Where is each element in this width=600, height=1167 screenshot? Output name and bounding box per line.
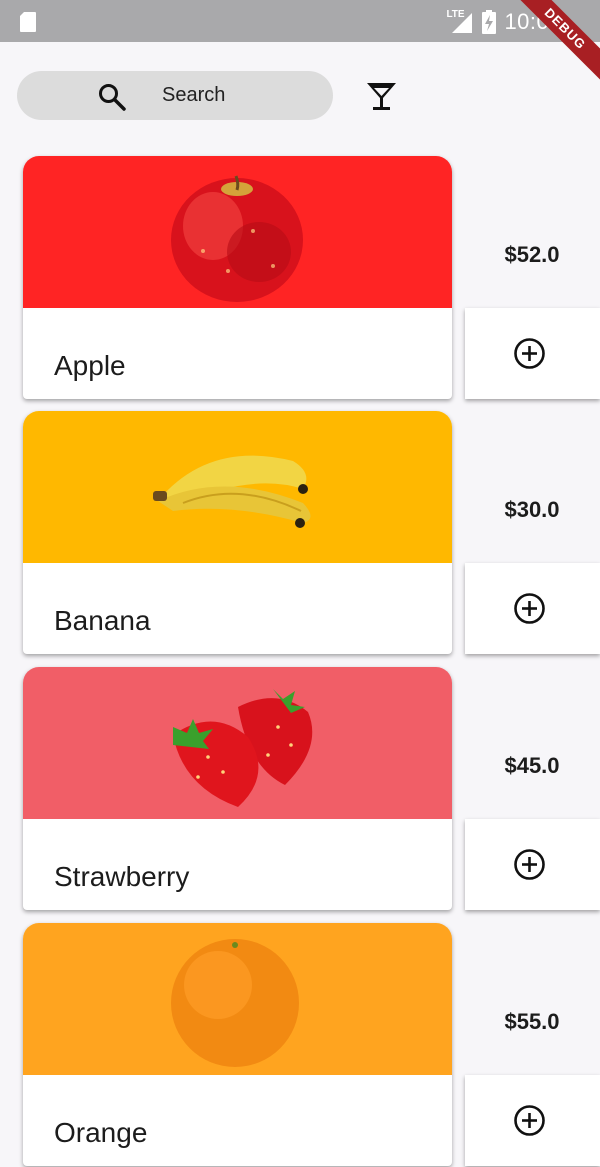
add-circle-outline-icon — [513, 592, 546, 625]
product-image-area — [23, 156, 452, 308]
add-circle-outline-icon — [513, 848, 546, 881]
cocktail-glass-icon[interactable] — [365, 80, 398, 113]
add-to-cart-button[interactable] — [465, 308, 600, 399]
product-row: Orange $55.0 — [0, 923, 600, 1167]
product-price: $45.0 — [504, 753, 560, 778]
search-bar[interactable]: Search — [17, 71, 333, 120]
search-icon — [97, 82, 127, 112]
search-row: Search — [0, 70, 600, 122]
product-image-area — [23, 667, 452, 819]
product-name: Orange — [54, 1117, 148, 1148]
product-card[interactable]: Orange — [23, 923, 452, 1166]
status-bar: LTE 10:09 DEBUG — [0, 0, 600, 90]
strawberry-image — [173, 689, 313, 807]
add-to-cart-button[interactable] — [465, 563, 600, 654]
product-image-area — [23, 923, 452, 1075]
product-price: $52.0 — [504, 242, 560, 267]
add-to-cart-button[interactable] — [465, 1075, 600, 1166]
search-label: Search — [162, 84, 226, 106]
product-name: Apple — [54, 350, 126, 381]
product-card[interactable]: Strawberry — [23, 667, 452, 910]
product-row: Apple $52.0 — [0, 156, 600, 400]
product-image-area — [23, 411, 452, 563]
product-row: Strawberry $45.0 — [0, 667, 600, 911]
add-circle-outline-icon — [513, 1104, 546, 1137]
product-name: Banana — [54, 605, 151, 636]
product-row: Banana $30.0 — [0, 411, 600, 655]
banana-image — [153, 455, 311, 528]
signal-icon: LTE — [446, 9, 474, 35]
product-card[interactable]: Apple — [23, 156, 452, 399]
product-price: $55.0 — [504, 1009, 560, 1034]
orange-image — [171, 939, 299, 1067]
add-circle-outline-icon — [513, 337, 546, 370]
add-to-cart-button[interactable] — [465, 819, 600, 910]
apple-image — [171, 175, 303, 302]
product-price: $30.0 — [504, 497, 560, 522]
battery-icon — [482, 10, 497, 34]
product-name: Strawberry — [54, 861, 190, 892]
product-card[interactable]: Banana — [23, 411, 452, 654]
sd-card-icon — [19, 11, 37, 33]
